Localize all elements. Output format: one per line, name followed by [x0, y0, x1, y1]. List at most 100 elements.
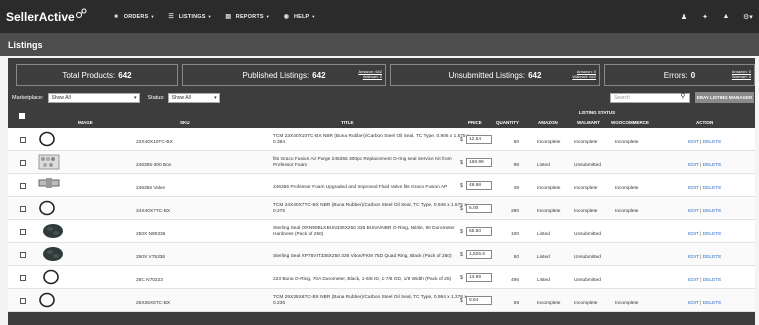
- currency-symbol: $: [460, 298, 463, 304]
- walmart-status: Incomplete: [574, 186, 598, 191]
- search-icon[interactable]: ⚲: [678, 92, 688, 102]
- delete-link[interactable]: DELETE: [703, 301, 722, 306]
- amazon-status: Incomplete: [537, 186, 561, 191]
- walmart-status: Unsubmitted: [574, 255, 601, 260]
- delete-link[interactable]: DELETE: [703, 209, 722, 214]
- sku-cell: 246356 Valve: [136, 186, 165, 191]
- price-input[interactable]: 5.00: [466, 204, 492, 213]
- row-actions: EDIT | DELETE: [688, 140, 722, 145]
- edit-link[interactable]: EDIT: [688, 255, 699, 260]
- row-actions: EDIT | DELETE: [688, 209, 722, 214]
- woocommerce-status: Incomplete: [615, 186, 639, 191]
- price-value: 13.99: [469, 275, 482, 280]
- table-row: 25C N70223 223 Buna O-Ring, 70A Durometer…: [8, 266, 755, 289]
- wrench-icon[interactable]: ✦: [701, 13, 709, 21]
- row-actions: EDIT | DELETE: [688, 255, 722, 260]
- amazon-status: Incomplete: [537, 140, 561, 145]
- oring-icon: [38, 131, 56, 149]
- delete-link[interactable]: DELETE: [703, 140, 722, 145]
- price-input[interactable]: 13.99: [466, 273, 492, 282]
- list-icon: ☰: [168, 13, 174, 20]
- edit-link[interactable]: EDIT: [688, 232, 699, 237]
- lifebuoy-icon: ◉: [283, 13, 290, 20]
- ebay-listing-manager-button[interactable]: EBAY LISTING MANAGER: [695, 92, 754, 103]
- stat-total-label: Total Products:: [62, 70, 116, 80]
- col-listing-status: LISTING STATUS: [578, 110, 616, 115]
- gear-icon[interactable]: ⚙▾: [743, 13, 753, 21]
- row-checkbox[interactable]: [20, 252, 26, 258]
- col-woocommerce: WOOCOMMERCE: [611, 120, 649, 125]
- unsubmitted-walmart-link[interactable]: Walmart: 642: [572, 74, 596, 79]
- nav-reports[interactable]: ▤ REPORTS ▼: [225, 14, 270, 20]
- col-sku: SKU: [180, 120, 190, 125]
- delete-link[interactable]: DELETE: [703, 186, 722, 191]
- walmart-status: Incomplete: [574, 301, 598, 306]
- row-actions: EDIT | DELETE: [688, 301, 722, 306]
- brand-name: SellerActive: [6, 9, 75, 24]
- row-checkbox[interactable]: [20, 137, 26, 143]
- chevron-down-icon: ▼: [311, 14, 316, 19]
- stat-published-value: 642: [312, 70, 326, 80]
- quantity-cell: 60: [513, 140, 519, 145]
- edit-link[interactable]: EDIT: [688, 186, 699, 191]
- select-all-checkbox[interactable]: [19, 113, 25, 119]
- status-label: Status:: [147, 95, 165, 101]
- status-select[interactable]: Show All ▾: [167, 93, 220, 103]
- edit-link[interactable]: EDIT: [688, 140, 699, 145]
- errors-walmart-link[interactable]: Walmart: 0: [732, 74, 751, 79]
- kit-box-icon: [38, 154, 60, 172]
- nav-help-label: HELP: [293, 13, 310, 20]
- edit-link[interactable]: EDIT: [688, 163, 699, 168]
- price-input[interactable]: 65.50: [466, 227, 492, 236]
- table-row: 250X V75336 Sterling Seal XP75VIT336X250 …: [8, 243, 755, 266]
- col-walmart: WALMART: [577, 120, 600, 125]
- row-checkbox[interactable]: [20, 298, 26, 304]
- amazon-status: Incomplete: [537, 209, 561, 214]
- page-header: Listings: [0, 33, 759, 56]
- quantity-cell: 98: [513, 163, 519, 168]
- price-input[interactable]: 49.98: [466, 181, 492, 190]
- delete-link[interactable]: DELETE: [703, 163, 722, 168]
- delete-link[interactable]: DELETE: [703, 232, 722, 237]
- row-checkbox[interactable]: [20, 229, 26, 235]
- price-input[interactable]: 8.64: [466, 296, 492, 305]
- price-input[interactable]: 1,826.6: [466, 250, 492, 259]
- marketplace-label: Marketplace:: [12, 95, 44, 101]
- nav-help[interactable]: ◉ HELP ▼: [283, 14, 316, 20]
- user-icon[interactable]: ♟: [680, 13, 688, 21]
- table-body: 23X40X10TC-BX TCM 23X40X10TC-BX NBR (Buna…: [8, 128, 755, 312]
- chevron-down-icon: ▼: [207, 14, 212, 19]
- woocommerce-status: Incomplete: [615, 140, 639, 145]
- oring-icon: [42, 269, 60, 287]
- row-checkbox[interactable]: [20, 160, 26, 166]
- row-checkbox[interactable]: [20, 275, 26, 281]
- table-row: 246356 Valve 246356 Professor Foam Upgrad…: [8, 174, 755, 197]
- delete-link[interactable]: DELETE: [703, 278, 722, 283]
- nav-orders-label: ORDERS: [123, 13, 149, 20]
- row-checkbox[interactable]: [20, 206, 26, 212]
- sku-cell: 24X40X7TC-BX: [136, 209, 171, 214]
- price-input[interactable]: 168.99: [466, 158, 492, 167]
- bell-icon[interactable]: ▲: [722, 13, 730, 20]
- table-row: 246355-300 Box fits Graco Fusion Air Purg…: [8, 151, 755, 174]
- price-value: 65.50: [469, 229, 482, 234]
- nav-orders[interactable]: ■ ORDERS ▼: [113, 14, 155, 20]
- edit-link[interactable]: EDIT: [688, 209, 699, 214]
- stat-unsubmitted: Unsubmitted Listings: 642 Amazon: 0 Walm…: [390, 64, 600, 86]
- nav-listings-label: LISTINGS: [178, 13, 206, 20]
- chevron-down-icon: ▼: [150, 14, 155, 19]
- nav-listings[interactable]: ☰ LISTINGS ▼: [168, 14, 212, 20]
- published-walmart-link[interactable]: Walmart: 0: [358, 74, 382, 79]
- row-checkbox[interactable]: [20, 183, 26, 189]
- oring-pile-icon: [42, 246, 64, 264]
- price-input[interactable]: 12.54: [466, 135, 492, 144]
- sku-cell: 250X N90336: [136, 232, 166, 237]
- walmart-status: Incomplete: [574, 209, 598, 214]
- brand-logo[interactable]: SellerActive: [6, 8, 87, 24]
- quantity-cell: 496: [510, 278, 519, 283]
- marketplace-select[interactable]: Show All ▾: [47, 93, 140, 103]
- edit-link[interactable]: EDIT: [688, 278, 699, 283]
- delete-link[interactable]: DELETE: [703, 255, 722, 260]
- edit-link[interactable]: EDIT: [688, 301, 699, 306]
- woocommerce-status: Incomplete: [615, 301, 639, 306]
